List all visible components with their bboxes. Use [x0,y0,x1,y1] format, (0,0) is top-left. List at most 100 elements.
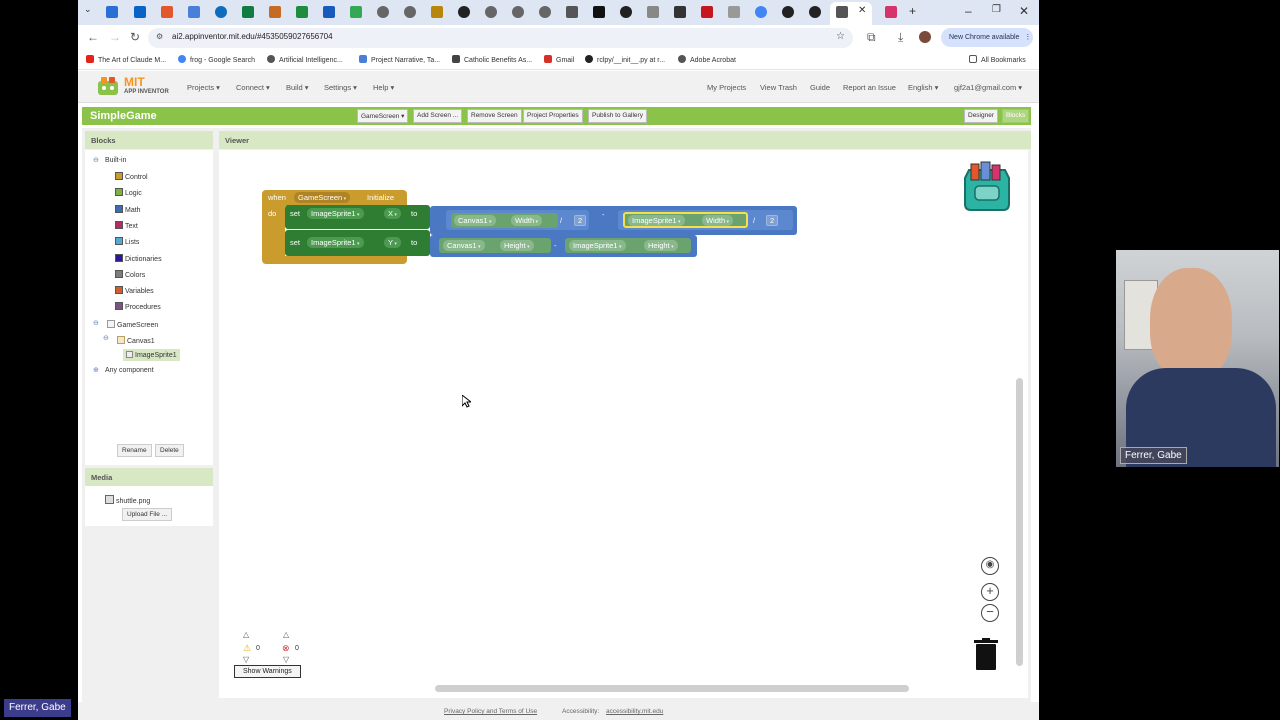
url-text[interactable]: ai2.appinventor.mit.edu/#453505902765670… [172,32,333,41]
expand-icon[interactable]: ⊕ [93,366,99,374]
upload-file-button[interactable]: Upload File ... [122,508,173,521]
tab-icon[interactable] [620,6,632,18]
blocks-button[interactable]: Blocks [1002,109,1030,123]
vertical-scrollbar[interactable] [1016,378,1023,666]
tab-icon[interactable] [296,6,308,18]
zoom-in-icon[interactable]: + [981,583,999,601]
forward-icon[interactable]: → [109,30,121,44]
getter-component-dropdown[interactable]: Canvas1 [443,240,485,251]
set-x-component-dropdown[interactable]: ImageSprite1 [307,208,364,219]
menu-language[interactable]: English ▾ [908,83,938,92]
category-text[interactable]: Text [115,220,138,230]
tab-icon[interactable] [593,6,605,18]
extensions-icon[interactable]: ⧉ [867,30,876,45]
category-control[interactable]: Control [115,172,148,181]
getter-component-dropdown[interactable]: Canvas1 [454,215,496,226]
wikipedia-icon[interactable] [647,6,659,18]
delete-button[interactable]: Delete [155,444,184,457]
profile-avatar[interactable] [919,31,931,43]
tab-icon[interactable] [566,6,578,18]
publish-gallery-button[interactable]: Publish to Gallery [588,109,647,123]
tab-icon[interactable] [674,6,686,18]
tab-icon[interactable] [809,6,821,18]
category-dictionaries[interactable]: Dictionaries [115,253,162,263]
acrobat-icon[interactable] [701,6,713,18]
menu-projects[interactable]: Projects ▾ [187,83,220,92]
omnibox[interactable]: ⚙ ai2.appinventor.mit.edu/#4535059027656… [148,28,853,48]
event-component-dropdown[interactable]: GameScreen [294,192,351,203]
collapse-icon[interactable]: ⊖ [93,156,99,164]
logo-mit[interactable]: MIT [124,75,145,89]
getter-component-dropdown[interactable]: ImageSprite1 [569,240,626,251]
tab-icon[interactable] [323,6,335,18]
set-x-property-dropdown[interactable]: X [384,208,401,219]
menu-settings[interactable]: Settings ▾ [324,83,357,92]
tab-icon[interactable] [242,6,254,18]
active-tab[interactable]: ✕ [830,2,872,25]
category-lists[interactable]: Lists [115,237,139,246]
tab-icon[interactable] [539,6,551,18]
next-warning-icon[interactable]: ▽ [243,655,249,664]
screen-select[interactable]: GameScreen ▾ [357,109,409,123]
bookmark-item[interactable]: Artificial Intelligenc... [267,55,343,64]
recenter-icon[interactable]: ◉ [981,557,999,575]
collapse-icon[interactable]: ⊖ [93,319,99,327]
tab-icon[interactable] [215,6,227,18]
back-icon[interactable]: ← [87,30,99,44]
tab-icon[interactable] [377,6,389,18]
tab-icon[interactable] [134,6,146,18]
update-chrome-button[interactable]: New Chrome available ⋮ [941,28,1033,47]
menu-report-issue[interactable]: Report an Issue [843,83,896,92]
designer-button[interactable]: Designer [964,109,999,123]
set-y-property-dropdown[interactable]: Y [384,237,401,248]
category-math[interactable]: Math [115,204,141,214]
tab-icon[interactable] [728,6,740,18]
remove-screen-button[interactable]: Remove Screen [467,109,522,123]
set-y-component-dropdown[interactable]: ImageSprite1 [307,237,364,248]
tab-search-button[interactable]: ⌄ [84,4,92,15]
prev-error-icon[interactable]: △ [283,630,289,639]
close-window-icon[interactable]: ✕ [1019,4,1029,18]
bookmark-item[interactable]: Project Narrative, Ta... [359,55,440,64]
tree-canvas1[interactable]: Canvas1 [117,336,155,345]
getter-property-dropdown[interactable]: Height [644,240,678,251]
horizontal-scrollbar[interactable] [435,685,909,692]
bookmark-item[interactable]: rclpy/__init__.py at r... [585,55,665,64]
minimize-icon[interactable]: – [965,4,972,18]
tab-icon[interactable] [161,6,173,18]
menu-account[interactable]: gjf2a1@gmail.com ▾ [954,83,1022,92]
tab-icon[interactable] [431,6,443,18]
new-tab-icon[interactable]: + [909,4,916,18]
tab-icon[interactable] [269,6,281,18]
getter-property-dropdown[interactable]: Height [500,240,534,251]
blocks-workspace[interactable]: when GameScreen Initialize do set ImageS… [219,150,1028,698]
backpack-icon[interactable] [959,160,1015,212]
show-warnings-button[interactable]: Show Warnings [234,665,301,678]
category-procedures[interactable]: Procedures [115,302,161,311]
site-info-icon[interactable]: ⚙ [156,32,163,41]
getter-component-dropdown[interactable]: ImageSprite1 [628,215,685,226]
bookmark-item[interactable]: Gmail [544,55,574,64]
accessibility-link[interactable]: accessibility.mit.edu [606,708,663,715]
menu-my-projects[interactable]: My Projects [707,83,746,92]
prev-warning-icon[interactable]: △ [243,630,249,639]
rename-button[interactable]: Rename [117,444,152,457]
download-icon[interactable]: ⤓ [898,30,903,45]
project-properties-button[interactable]: Project Properties [523,109,583,123]
tab-icon[interactable] [885,6,897,18]
github-icon[interactable] [782,6,794,18]
close-tab-icon[interactable]: ✕ [858,5,866,16]
tab-icon[interactable] [106,6,118,18]
tab-icon[interactable] [512,6,524,18]
number-block[interactable]: 2 [766,215,779,226]
bookmark-item[interactable]: frog - Google Search [178,55,255,64]
trash-icon[interactable] [973,638,999,672]
builtin-label[interactable]: Built-in [105,157,126,164]
category-variables[interactable]: Variables [115,286,154,295]
category-logic[interactable]: Logic [115,188,142,197]
tab-icon[interactable] [350,6,362,18]
tab-icon[interactable] [485,6,497,18]
getter-property-dropdown[interactable]: Width [702,215,734,226]
bookmark-item[interactable]: The Art of Claude M... [86,55,166,64]
menu-build[interactable]: Build ▾ [286,83,309,92]
